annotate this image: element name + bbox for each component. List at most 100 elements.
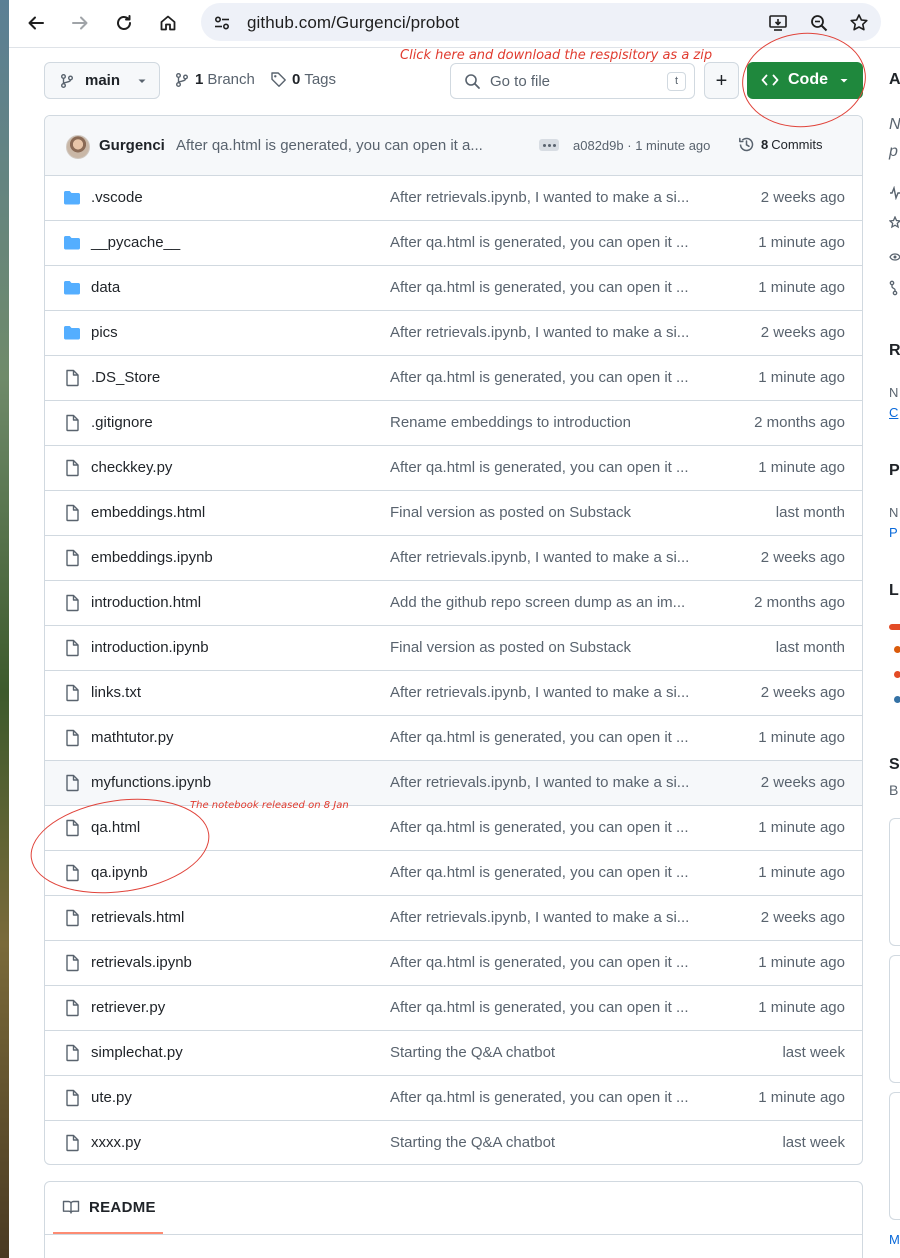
file-name-link[interactable]: xxxx.py: [91, 1134, 141, 1151]
file-row[interactable]: links.txt After retrievals.ipynb, I wante…: [45, 671, 862, 716]
add-file-button[interactable]: +: [704, 62, 739, 99]
file-row[interactable]: embeddings.ipynb After retrievals.ipynb, …: [45, 536, 862, 581]
file-icon: [63, 369, 81, 387]
file-name-link[interactable]: .gitignore: [91, 414, 153, 431]
file-name-link[interactable]: myfunctions.ipynb: [91, 774, 211, 791]
file-commit-message-link[interactable]: After retrievals.ipynb, I wanted to make…: [390, 684, 712, 701]
install-app-icon[interactable]: [767, 12, 789, 34]
file-commit-message-link[interactable]: After qa.html is generated, you can open…: [390, 234, 712, 251]
releases-link[interactable]: C: [889, 405, 898, 420]
file-icon: [63, 504, 81, 522]
file-name-link[interactable]: embeddings.html: [91, 504, 205, 521]
file-row[interactable]: ute.py After qa.html is generated, you ca…: [45, 1076, 862, 1121]
file-commit-message-link[interactable]: After qa.html is generated, you can open…: [390, 369, 712, 386]
file-commit-message-link[interactable]: After qa.html is generated, you can open…: [390, 1089, 712, 1106]
suggested-card[interactable]: [889, 955, 900, 1083]
branch-selector[interactable]: main: [44, 62, 160, 99]
file-name-link[interactable]: retrievals.ipynb: [91, 954, 192, 971]
file-commit-message-link[interactable]: After qa.html is generated, you can open…: [390, 729, 712, 746]
forward-button[interactable]: [65, 8, 95, 38]
file-name-link[interactable]: __pycache__: [91, 234, 180, 251]
commit-hash[interactable]: a082d9b: [573, 138, 624, 153]
zoom-icon[interactable]: [808, 12, 830, 34]
file-name-link[interactable]: mathtutor.py: [91, 729, 174, 746]
divider: [45, 1234, 862, 1235]
suggested-card[interactable]: [889, 818, 900, 946]
file-commit-message-link[interactable]: After qa.html is generated, you can open…: [390, 864, 712, 881]
file-name-link[interactable]: .vscode: [91, 189, 143, 206]
reload-button[interactable]: [109, 8, 139, 38]
file-row[interactable]: retrievals.ipynb After qa.html is generat…: [45, 941, 862, 986]
expand-commit-message-button[interactable]: [539, 139, 559, 151]
file-row[interactable]: __pycache__ After qa.html is generated, y…: [45, 221, 862, 266]
file-commit-message-link[interactable]: After qa.html is generated, you can open…: [390, 459, 712, 476]
file-commit-message-link[interactable]: After qa.html is generated, you can open…: [390, 954, 712, 971]
file-row[interactable]: retriever.py After qa.html is generated, …: [45, 986, 862, 1031]
home-button[interactable]: [153, 8, 183, 38]
file-name-link[interactable]: retriever.py: [91, 999, 165, 1016]
file-commit-message-link[interactable]: After qa.html is generated, you can open…: [390, 819, 712, 836]
file-commit-message-link[interactable]: Final version as posted on Substack: [390, 504, 712, 521]
fork-icon: [889, 280, 898, 296]
file-name-link[interactable]: links.txt: [91, 684, 141, 701]
file-name-link[interactable]: .DS_Store: [91, 369, 160, 386]
file-name-link[interactable]: ute.py: [91, 1089, 132, 1106]
file-commit-message-link[interactable]: Starting the Q&A chatbot: [390, 1044, 712, 1061]
tab-readme[interactable]: README: [53, 1182, 163, 1234]
file-commit-message-link[interactable]: After retrievals.ipynb, I wanted to make…: [390, 909, 712, 926]
file-name-link[interactable]: simplechat.py: [91, 1044, 183, 1061]
file-row[interactable]: introduction.ipynb Final version as poste…: [45, 626, 862, 671]
file-row[interactable]: .DS_Store After qa.html is generated, you…: [45, 356, 862, 401]
file-name-link[interactable]: introduction.ipynb: [91, 639, 209, 656]
commit-author[interactable]: Gurgenci: [99, 137, 165, 154]
file-name-link[interactable]: introduction.html: [91, 594, 201, 611]
commit-message[interactable]: After qa.html is generated, you can open…: [176, 137, 526, 154]
file-name-link[interactable]: checkkey.py: [91, 459, 172, 476]
tag-count: 0: [292, 71, 301, 88]
file-row[interactable]: .vscode After retrievals.ipynb, I wanted …: [45, 176, 862, 221]
go-to-file-input[interactable]: Go to file t: [450, 63, 695, 99]
file-commit-message-link[interactable]: After retrievals.ipynb, I wanted to make…: [390, 189, 712, 206]
file-row[interactable]: simplechat.py Starting the Q&A chatbot las…: [45, 1031, 862, 1076]
file-row[interactable]: xxxx.py Starting the Q&A chatbot last week: [45, 1121, 862, 1164]
file-commit-message-link[interactable]: After qa.html is generated, you can open…: [390, 279, 712, 296]
file-row[interactable]: .gitignore Rename embeddings to introduct…: [45, 401, 862, 446]
file-row[interactable]: myfunctions.ipynb After retrievals.ipynb,…: [45, 761, 862, 806]
branches-link[interactable]: 1 Branch: [174, 71, 255, 88]
file-commit-message-link[interactable]: After retrievals.ipynb, I wanted to make…: [390, 549, 712, 566]
file-row[interactable]: data After qa.html is generated, you can …: [45, 266, 862, 311]
file-commit-message-link[interactable]: After retrievals.ipynb, I wanted to make…: [390, 324, 712, 341]
file-row[interactable]: retrievals.html After retrievals.ipynb, I…: [45, 896, 862, 941]
more-link[interactable]: M: [889, 1232, 900, 1247]
file-row[interactable]: embeddings.html Final version as posted o…: [45, 491, 862, 536]
file-name-link[interactable]: data: [91, 279, 120, 296]
file-row[interactable]: mathtutor.py After qa.html is generated, …: [45, 716, 862, 761]
file-commit-message-link[interactable]: After qa.html is generated, you can open…: [390, 999, 712, 1016]
file-row[interactable]: introduction.html Add the github repo scr…: [45, 581, 862, 626]
plus-icon: +: [715, 69, 728, 92]
file-row[interactable]: checkkey.py After qa.html is generated, y…: [45, 446, 862, 491]
file-name-link[interactable]: pics: [91, 324, 118, 341]
back-button[interactable]: [21, 8, 51, 38]
file-commit-date: 2 weeks ago: [760, 189, 845, 206]
packages-link[interactable]: P: [889, 525, 898, 540]
file-commit-message-link[interactable]: Add the github repo screen dump as an im…: [390, 594, 712, 611]
file-row[interactable]: pics After retrievals.ipynb, I wanted to …: [45, 311, 862, 356]
file-commit-message-link[interactable]: Rename embeddings to introduction: [390, 414, 712, 431]
avatar[interactable]: [66, 135, 90, 159]
address-bar[interactable]: github.com/Gurgenci/probot: [201, 3, 881, 41]
tags-link[interactable]: 0 Tags: [270, 71, 336, 88]
readme-tab-label: README: [89, 1198, 156, 1216]
file-icon: [63, 909, 81, 927]
suggested-card[interactable]: [889, 1092, 900, 1220]
commits-link[interactable]: 8 Commits: [738, 136, 823, 153]
file-name-link[interactable]: retrievals.html: [91, 909, 184, 926]
bookmark-star-icon[interactable]: [848, 12, 870, 34]
url-text[interactable]: github.com/Gurgenci/probot: [247, 13, 459, 33]
file-commit-message-link[interactable]: Final version as posted on Substack: [390, 639, 712, 656]
file-commit-message-link[interactable]: Starting the Q&A chatbot: [390, 1134, 712, 1151]
file-commit-message-link[interactable]: After retrievals.ipynb, I wanted to make…: [390, 774, 712, 791]
file-name-link[interactable]: embeddings.ipynb: [91, 549, 213, 566]
site-settings-icon[interactable]: [211, 12, 233, 34]
tag-label: Tags: [304, 71, 337, 88]
